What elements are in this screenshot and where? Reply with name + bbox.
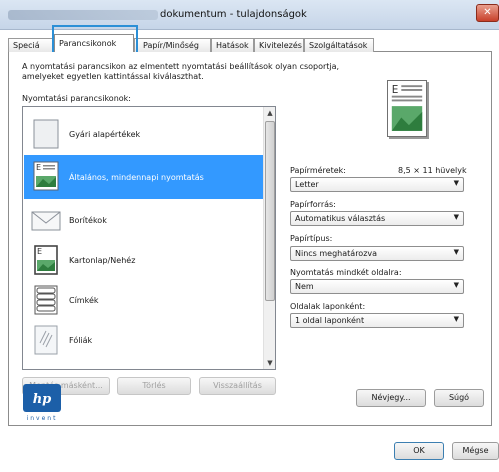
title-blurred-printer-name — [8, 10, 158, 20]
list-item-label: Gyári alapértékek — [69, 130, 141, 139]
intro-text: A nyomtatási parancsikon az elmentett ny… — [22, 62, 382, 82]
chevron-down-icon: ▼ — [453, 213, 459, 221]
list-item-general-everyday[interactable]: E Általános, mindennapi nyomtatás — [24, 155, 264, 199]
page-preview-icon: E — [387, 80, 427, 137]
chevron-down-icon: ▼ — [453, 281, 459, 289]
title-bar: dokumentum - tulajdonságok ✕ — [0, 0, 499, 30]
chevron-down-icon: ▼ — [453, 248, 459, 256]
svg-text:E: E — [36, 163, 41, 172]
help-button[interactable]: Súgó — [434, 389, 484, 407]
list-item-label: Borítékok — [69, 216, 107, 225]
document-page-icon: E — [33, 161, 59, 191]
list-item-factory-defaults[interactable]: Gyári alapértékek — [31, 115, 263, 153]
pages-per-sheet-label: Oldalak laponként: — [290, 302, 366, 311]
tab-paper-quality[interactable]: Papír/Minőség — [134, 38, 211, 52]
paper-size-dimensions: 8,5 × 11 hüvelyk — [398, 166, 467, 175]
tab-bar: Speciá Parancsikonok Papír/Minőség Hatás… — [8, 34, 492, 53]
list-item-envelopes[interactable]: Borítékok — [31, 201, 263, 239]
cancel-button[interactable]: Mégse — [452, 442, 499, 460]
list-item-transparencies[interactable]: Fóliák — [31, 321, 263, 359]
paper-source-value: Automatikus választás — [295, 214, 386, 223]
paper-source-select[interactable]: Automatikus választás ▼ — [290, 211, 464, 226]
list-item-cardstock[interactable]: E Kartonlap/Nehéz — [31, 241, 263, 279]
scroll-down-arrow-icon[interactable]: ▼ — [264, 357, 276, 369]
paper-type-select[interactable]: Nincs meghatározva ▼ — [290, 246, 464, 261]
about-button[interactable]: Névjegy... — [356, 389, 426, 407]
list-item-label: Kartonlap/Nehéz — [69, 256, 136, 265]
window-title: dokumentum - tulajdonságok — [160, 9, 307, 20]
hp-logo: hp invent — [22, 384, 62, 422]
intro-line-1: A nyomtatási parancsikon az elmentett ny… — [22, 62, 340, 71]
restore-button[interactable]: Visszaállítás — [199, 377, 276, 395]
pages-per-sheet-select[interactable]: 1 oldal laponként ▼ — [290, 313, 464, 328]
envelope-icon — [31, 211, 61, 231]
shortcuts-list-label: Nyomtatási parancsikonok: — [22, 94, 131, 103]
duplex-value: Nem — [295, 282, 314, 291]
shortcuts-scrollbar[interactable]: ▲ ▼ — [263, 107, 275, 369]
cardstock-icon: E — [34, 245, 58, 275]
scroll-thumb[interactable] — [265, 121, 275, 301]
paper-source-label: Papírforrás: — [290, 200, 336, 209]
ok-button[interactable]: OK — [394, 442, 444, 460]
tab-effects[interactable]: Hatások — [211, 38, 254, 52]
delete-button[interactable]: Törlés — [117, 377, 191, 395]
duplex-select[interactable]: Nem ▼ — [290, 279, 464, 294]
hp-logo-tagline: invent — [27, 415, 58, 422]
list-item-labels[interactable]: Címkék — [31, 281, 263, 319]
duplex-label: Nyomtatás mindkét oldalra: — [290, 268, 402, 277]
list-item-label: Címkék — [69, 296, 99, 305]
paper-size-label: Papírméretek: — [290, 166, 346, 175]
list-item-label: Fóliák — [69, 336, 93, 345]
hp-logo-text: hp — [33, 392, 52, 407]
paper-type-value: Nincs meghatározva — [295, 249, 378, 258]
svg-text:E: E — [392, 84, 399, 96]
tab-shortcuts[interactable]: Parancsikonok — [54, 34, 134, 53]
tab-services[interactable]: Szolgáltatások — [304, 38, 374, 52]
list-item-label: Általános, mindennapi nyomtatás — [69, 173, 204, 182]
chevron-down-icon: ▼ — [453, 315, 459, 323]
pages-per-sheet-value: 1 oldal laponként — [295, 316, 365, 325]
chevron-down-icon: ▼ — [453, 179, 459, 187]
paper-type-label: Papírtípus: — [290, 234, 333, 243]
tab-advanced[interactable]: Speciá — [8, 38, 54, 52]
svg-text:E: E — [37, 247, 42, 256]
paper-size-value: Letter — [295, 180, 319, 189]
tab-finishing[interactable]: Kivitelezés — [254, 38, 304, 52]
intro-line-2: amelyeket egyetlen kattintással kiválasz… — [22, 72, 204, 81]
blank-page-icon — [33, 119, 59, 149]
paper-size-select[interactable]: Letter ▼ — [290, 177, 464, 192]
shortcuts-listbox[interactable]: Gyári alapértékek E Általános, mindennap… — [22, 106, 276, 370]
scroll-up-arrow-icon[interactable]: ▲ — [264, 107, 276, 119]
transparency-icon — [34, 325, 58, 355]
close-button[interactable]: ✕ — [476, 4, 499, 22]
labels-icon — [34, 285, 58, 315]
